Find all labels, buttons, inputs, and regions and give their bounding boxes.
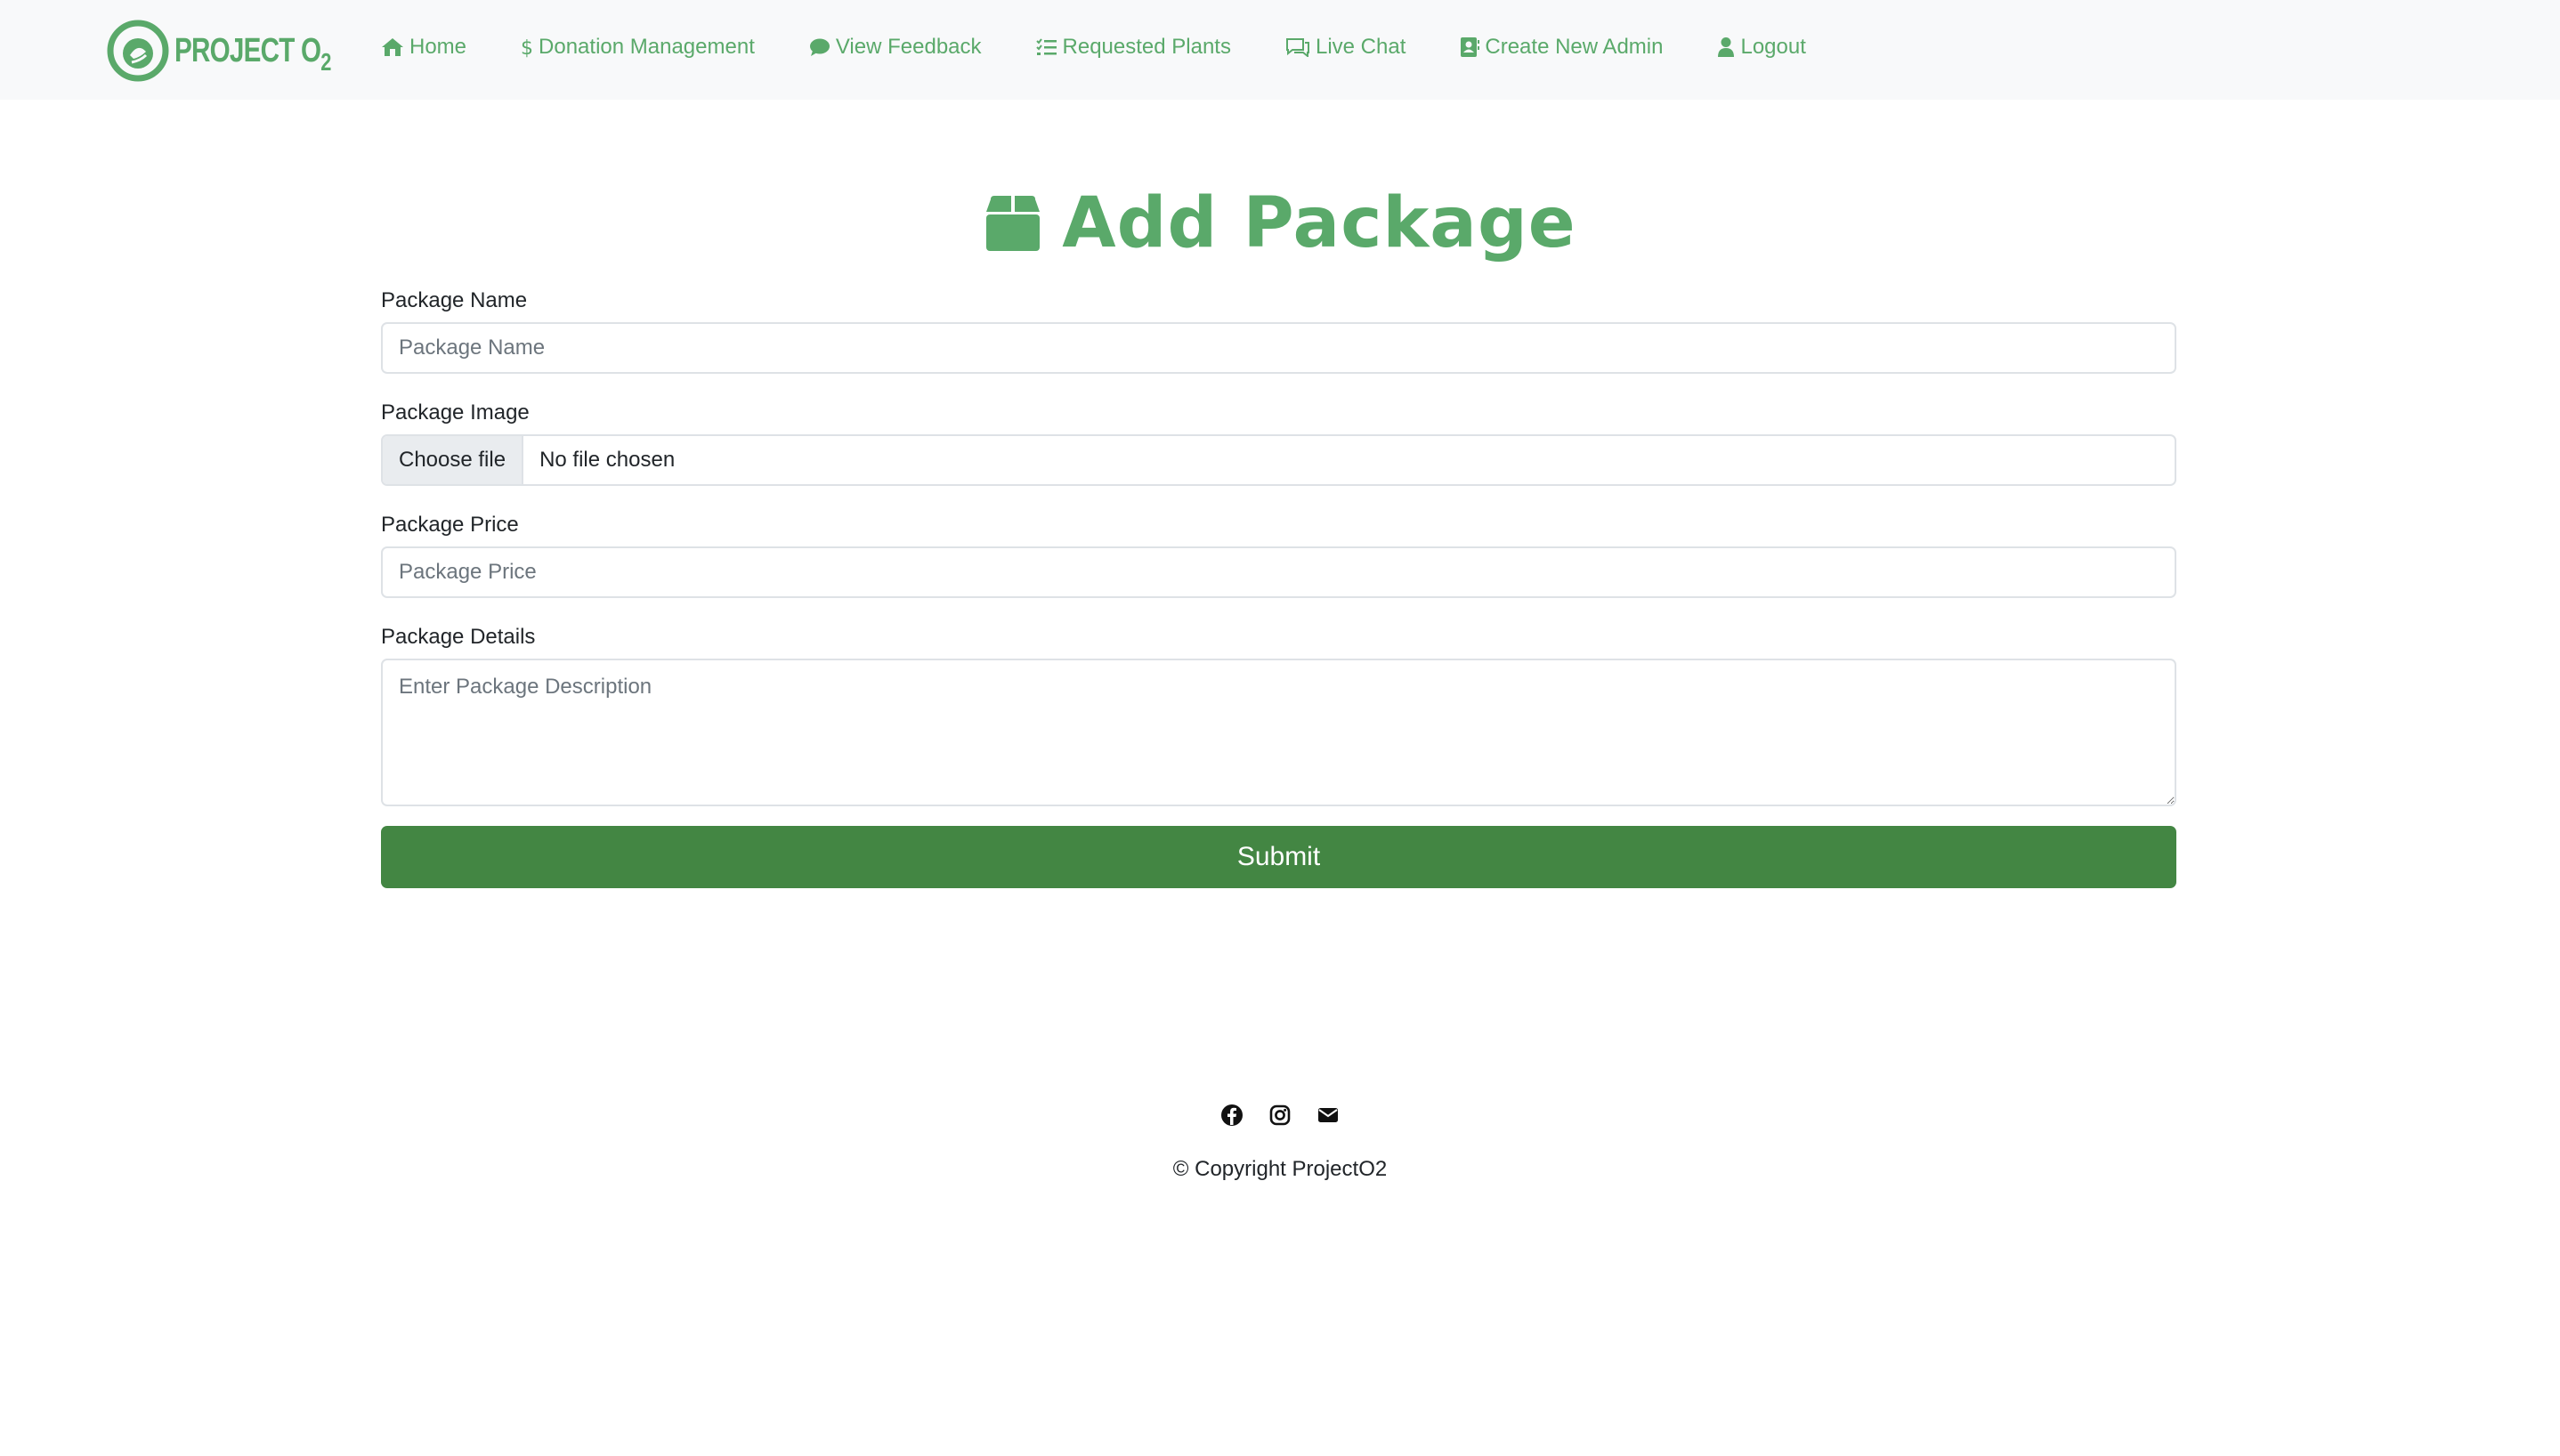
- nav-live-chat-label: Live Chat: [1315, 35, 1406, 59]
- top-navbar: PROJECT O2 Home $ Donation Management Vi…: [0, 0, 2560, 100]
- nav-requested-plants[interactable]: Requested Plants: [1035, 35, 1231, 60]
- package-details-textarea[interactable]: [381, 659, 2176, 806]
- nav-logout-label: Logout: [1740, 35, 1806, 59]
- page-header: Add Package: [0, 183, 2560, 263]
- copyright-text: © Copyright ProjectO2: [1172, 1157, 1388, 1181]
- contact-book-icon: [1460, 36, 1480, 58]
- page-title-text: Add Package: [1062, 183, 1576, 263]
- package-name-label: Package Name: [381, 288, 528, 312]
- add-package-form: Package Name Package Image Choose file N…: [381, 285, 2176, 888]
- nav-home-label: Home: [409, 35, 467, 59]
- nav-create-new-admin[interactable]: Create New Admin: [1460, 35, 1663, 60]
- package-image-label: Package Image: [381, 400, 530, 425]
- submit-button[interactable]: Submit: [381, 826, 2176, 888]
- instagram-icon[interactable]: [1268, 1104, 1292, 1127]
- brand-name: PROJECT O2: [174, 31, 331, 76]
- package-price-group: Package Price: [381, 509, 2176, 598]
- package-name-group: Package Name: [381, 285, 2176, 374]
- logo-circle-icon: [107, 20, 169, 82]
- comment-icon: [809, 37, 830, 57]
- list-check-icon: [1035, 37, 1057, 57]
- package-price-label: Package Price: [381, 513, 519, 537]
- package-details-group: Package Details: [381, 621, 2176, 806]
- home-icon: [381, 37, 404, 57]
- nav-donation-label: Donation Management: [539, 35, 755, 59]
- package-image-group: Package Image Choose file No file chosen: [381, 397, 2176, 486]
- brand-logo[interactable]: PROJECT O2: [107, 20, 375, 82]
- envelope-icon[interactable]: [1316, 1104, 1340, 1127]
- package-details-label: Package Details: [381, 625, 536, 649]
- dollar-icon: $: [521, 36, 533, 59]
- nav-feedback-label: View Feedback: [835, 35, 982, 59]
- nav-donation-management[interactable]: $ Donation Management: [521, 35, 755, 60]
- package-image-file-input[interactable]: Choose file No file chosen: [381, 434, 2176, 486]
- nav-logout[interactable]: Logout: [1717, 35, 1806, 60]
- choose-file-button[interactable]: Choose file: [383, 436, 524, 484]
- main-nav: Home $ Donation Management View Feedback…: [381, 0, 1860, 94]
- facebook-icon[interactable]: [1220, 1104, 1244, 1127]
- svg-text:$: $: [521, 37, 533, 59]
- nav-view-feedback[interactable]: View Feedback: [809, 35, 982, 60]
- nav-home[interactable]: Home: [381, 35, 466, 60]
- nav-live-chat[interactable]: Live Chat: [1285, 35, 1406, 60]
- box-icon: [984, 194, 1042, 253]
- package-name-input[interactable]: [381, 322, 2176, 374]
- nav-create-admin-label: Create New Admin: [1485, 35, 1664, 59]
- user-icon: [1717, 36, 1735, 58]
- package-price-input[interactable]: [381, 546, 2176, 598]
- social-links: [0, 1104, 2560, 1127]
- file-status-text: No file chosen: [539, 448, 676, 472]
- page-title: Add Package: [984, 183, 1576, 263]
- nav-requested-plants-label: Requested Plants: [1062, 35, 1231, 59]
- chat-icon: [1285, 37, 1310, 57]
